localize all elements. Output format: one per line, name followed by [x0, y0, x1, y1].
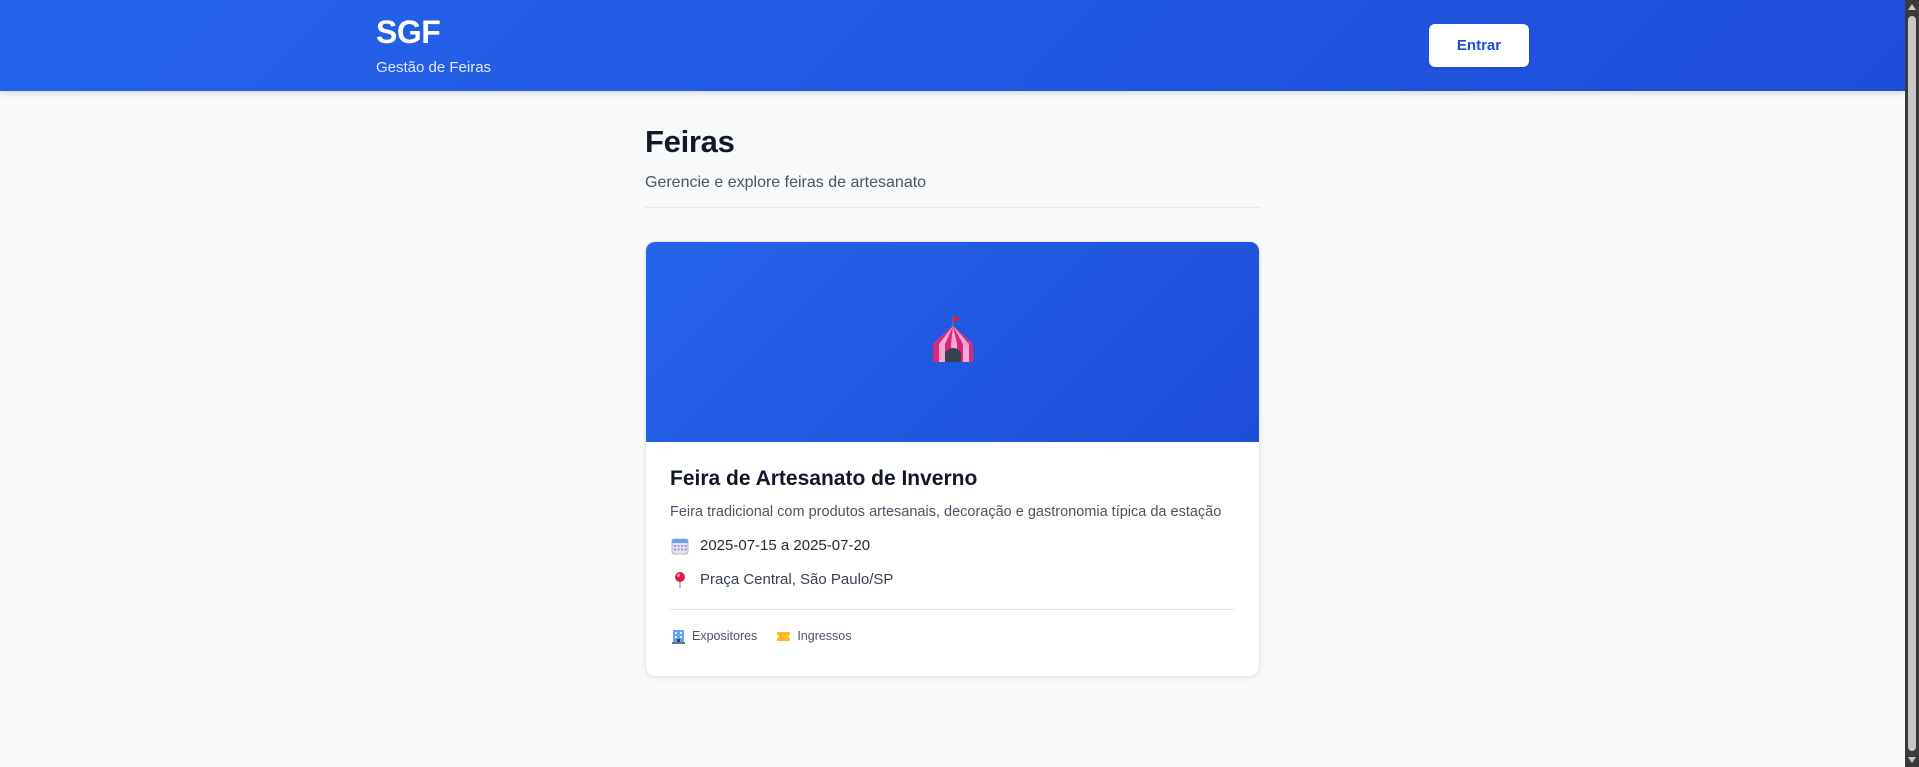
fair-location-text: Praça Central, São Paulo/SP — [700, 571, 894, 588]
calendar-icon — [670, 536, 690, 556]
circus-tent-icon — [929, 314, 977, 371]
page-header: Feiras Gerencie e explore feiras de arte… — [645, 124, 1260, 193]
brand-subtitle: Gestão de Feiras — [376, 59, 492, 76]
fair-card[interactable]: Feira de Artesanato de Inverno Feira tra… — [645, 241, 1260, 677]
scrollbar[interactable] — [1905, 0, 1919, 767]
brand[interactable]: SGF Gestão de Feiras — [376, 14, 491, 78]
top-header: SGF Gestão de Feiras Entrar — [0, 0, 1905, 91]
login-button[interactable]: Entrar — [1429, 24, 1529, 67]
page-title: Feiras — [645, 124, 735, 159]
scroll-down-arrow[interactable] — [1908, 757, 1916, 763]
fair-title: Feira de Artesanato de Inverno — [670, 467, 978, 490]
page-subtitle: Gerencie e explore feiras de artesanato — [645, 174, 927, 191]
card-banner — [646, 242, 1259, 442]
brand-title: SGF — [376, 14, 441, 50]
scroll-thumb[interactable] — [1908, 16, 1916, 751]
fair-description: Feira tradicional com produtos artesanai… — [670, 504, 1222, 520]
divider — [645, 207, 1260, 208]
fair-dates: 2025-07-15 a 2025-07-20 — [670, 536, 1235, 556]
card-footer: Expositores Ingressos — [670, 628, 1235, 644]
scroll-up-arrow[interactable] — [1908, 4, 1916, 10]
tickets-link[interactable]: Ingressos — [775, 628, 852, 644]
building-icon — [670, 628, 686, 644]
pin-icon — [670, 570, 690, 590]
tickets-label: Ingressos — [797, 629, 852, 643]
fair-location: Praça Central, São Paulo/SP — [670, 570, 1235, 590]
exhibitors-label: Expositores — [692, 629, 758, 643]
card-divider — [670, 609, 1235, 610]
fair-dates-text: 2025-07-15 a 2025-07-20 — [700, 537, 871, 554]
exhibitors-link[interactable]: Expositores — [670, 628, 757, 644]
ticket-icon — [775, 628, 791, 644]
